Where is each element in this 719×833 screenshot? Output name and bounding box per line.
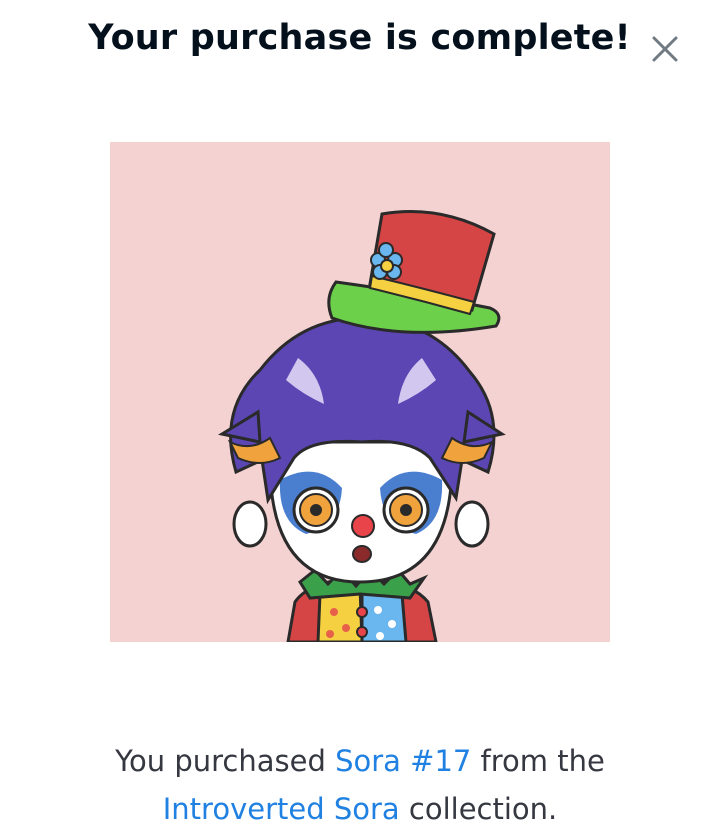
item-link[interactable]: Sora #17 xyxy=(335,744,471,778)
close-icon xyxy=(652,36,678,62)
message-prefix: You purchased xyxy=(115,744,336,778)
modal-title: Your purchase is complete! xyxy=(88,18,631,58)
clown-avatar-illustration xyxy=(217,210,506,642)
message-middle: from the xyxy=(471,744,605,778)
close-button[interactable] xyxy=(644,28,686,70)
purchase-message: You purchased Sora #17 from the Introvert… xyxy=(60,737,660,833)
collection-link[interactable]: Introverted Sora xyxy=(163,792,400,826)
message-suffix: collection. xyxy=(399,792,558,826)
nft-image xyxy=(110,142,610,642)
